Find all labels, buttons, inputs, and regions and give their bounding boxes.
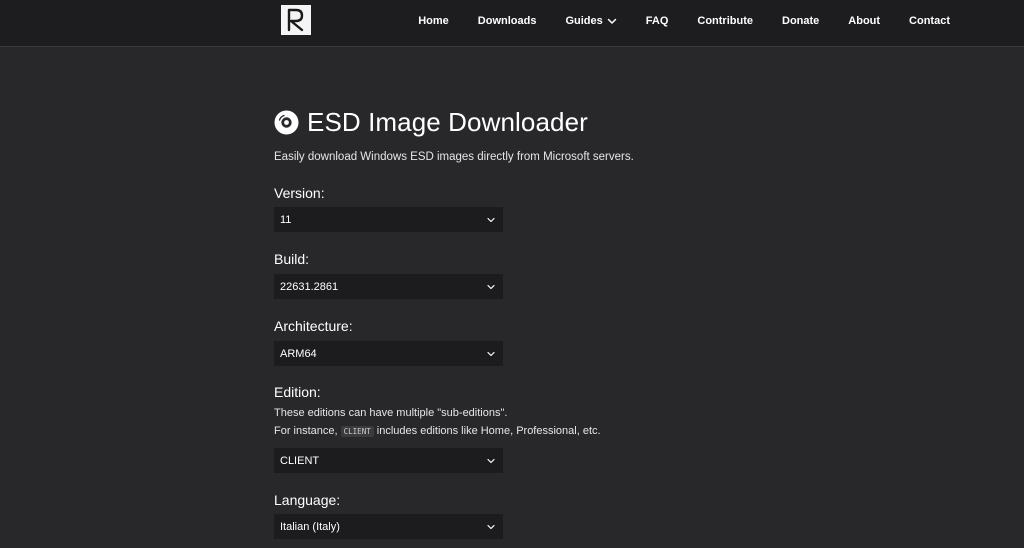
chevron-down-icon xyxy=(487,217,495,222)
nav-about-link[interactable]: About xyxy=(848,15,880,27)
title-row: ESD Image Downloader xyxy=(274,100,754,144)
chevron-down-icon xyxy=(487,284,495,289)
architecture-label: Architecture: xyxy=(274,318,353,334)
edition-field: Edition: These editions can have multipl… xyxy=(274,384,754,473)
build-select-value: 22631.2861 xyxy=(280,280,339,293)
chevron-down-icon xyxy=(487,524,495,529)
version-field: Version: 11 xyxy=(274,185,754,232)
main-content: ESD Image Downloader Easily download Win… xyxy=(274,100,754,164)
architecture-select-value: ARM64 xyxy=(280,347,317,360)
language-select-value: Italian (Italy) xyxy=(280,520,340,533)
nav-faq-link[interactable]: FAQ xyxy=(646,15,669,27)
language-select[interactable]: Italian (Italy) xyxy=(274,514,503,539)
chevron-down-icon xyxy=(487,351,495,356)
nav-links: Home Downloads Guides FAQ Contribute Don… xyxy=(418,0,950,42)
chevron-down-icon xyxy=(487,458,495,463)
chevron-down-icon xyxy=(607,18,617,24)
language-label: Language: xyxy=(274,492,341,508)
version-select-value: 11 xyxy=(280,213,292,226)
edition-help-line-2: For instance, CLIENT includes editions l… xyxy=(274,425,601,437)
nav-contact-link[interactable]: Contact xyxy=(909,15,950,27)
top-navbar: Home Downloads Guides FAQ Contribute Don… xyxy=(0,0,1024,47)
nav-downloads-link[interactable]: Downloads xyxy=(478,15,537,27)
build-label: Build: xyxy=(274,251,310,267)
edition-select-value: CLIENT xyxy=(280,454,320,467)
edition-select[interactable]: CLIENT xyxy=(274,448,503,473)
edition-help-text: These editions can have multiple "sub-ed… xyxy=(274,404,754,441)
version-select[interactable]: 11 xyxy=(274,207,503,232)
page-subtitle: Easily download Windows ESD images direc… xyxy=(274,151,634,163)
edition-label: Edition: xyxy=(274,384,321,400)
disc-icon xyxy=(274,110,299,134)
version-label: Version: xyxy=(274,185,325,201)
nav-guides-dropdown[interactable]: Guides xyxy=(565,15,617,27)
architecture-select[interactable]: ARM64 xyxy=(274,341,503,366)
nav-contribute-link[interactable]: Contribute xyxy=(697,15,753,27)
client-code: CLIENT xyxy=(340,426,374,437)
page-title: ESD Image Downloader xyxy=(307,106,588,137)
build-field: Build: 22631.2861 xyxy=(274,251,754,299)
edition-help-line-1: These editions can have multiple "sub-ed… xyxy=(274,407,508,419)
build-select[interactable]: 22631.2861 xyxy=(274,274,503,299)
nav-donate-link[interactable]: Donate xyxy=(782,15,819,27)
nav-home-link[interactable]: Home xyxy=(418,15,449,27)
language-field: Language: Italian (Italy) xyxy=(274,492,754,539)
site-logo[interactable] xyxy=(281,5,311,35)
architecture-field: Architecture: ARM64 xyxy=(274,318,754,366)
logo-r-icon xyxy=(287,8,304,32)
